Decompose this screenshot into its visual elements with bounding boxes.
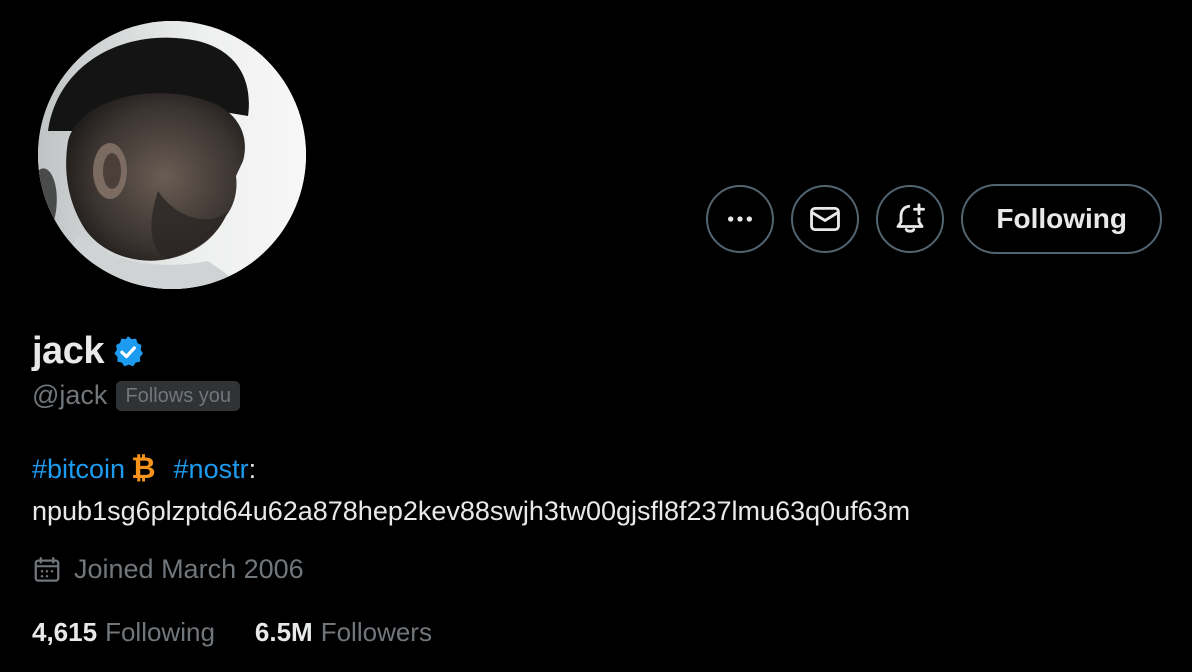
profile-name-row: jack bbox=[32, 330, 146, 373]
more-horizontal-icon bbox=[728, 216, 753, 222]
followers-count: 6.5M bbox=[254, 617, 313, 647]
notifications-button[interactable] bbox=[876, 185, 945, 253]
hashtag-bitcoin-link[interactable]: #bitcoin bbox=[32, 448, 125, 490]
bell-plus-icon bbox=[896, 203, 926, 233]
profile-display-name: jack bbox=[32, 330, 104, 372]
following-button[interactable]: Following bbox=[961, 184, 1162, 254]
profile-bio: #bitcoin ₿ #nostr : npub1sg6plzptd64u62a… bbox=[32, 448, 1152, 532]
bio-colon: : bbox=[248, 454, 257, 484]
message-button[interactable] bbox=[791, 185, 860, 253]
following-count: 4,615 bbox=[32, 617, 98, 647]
following-count-link[interactable]: 4,615 Following bbox=[32, 617, 215, 648]
profile-avatar[interactable] bbox=[38, 21, 306, 289]
profile-actions: Following bbox=[706, 184, 1162, 254]
bio-npub: npub1sg6plzptd64u62a878hep2kev88swjh3tw0… bbox=[32, 496, 911, 526]
bitcoin-symbol: ₿ bbox=[131, 452, 156, 485]
follows-you-badge: Follows you bbox=[116, 380, 241, 411]
profile-join-date: Joined March 2006 bbox=[32, 554, 304, 585]
profile-handle: @jack bbox=[32, 380, 108, 410]
envelope-icon bbox=[810, 206, 841, 232]
more-button[interactable] bbox=[706, 185, 775, 253]
verified-badge-icon[interactable] bbox=[110, 334, 146, 370]
profile-stats: 4,615 Following 6.5M Followers bbox=[32, 617, 432, 648]
bio-line: #bitcoin ₿ #nostr : bbox=[32, 448, 1152, 490]
followers-label: Followers bbox=[320, 617, 432, 647]
hashtag-nostr-link[interactable]: #nostr bbox=[174, 448, 249, 490]
followers-count-link[interactable]: 6.5M Followers bbox=[255, 617, 432, 648]
avatar-image bbox=[38, 21, 306, 289]
profile-handle-row: @jack Follows you bbox=[32, 380, 241, 411]
calendar-icon bbox=[34, 556, 60, 582]
following-label: Following bbox=[105, 617, 215, 647]
joined-text: Joined March 2006 bbox=[74, 554, 304, 584]
